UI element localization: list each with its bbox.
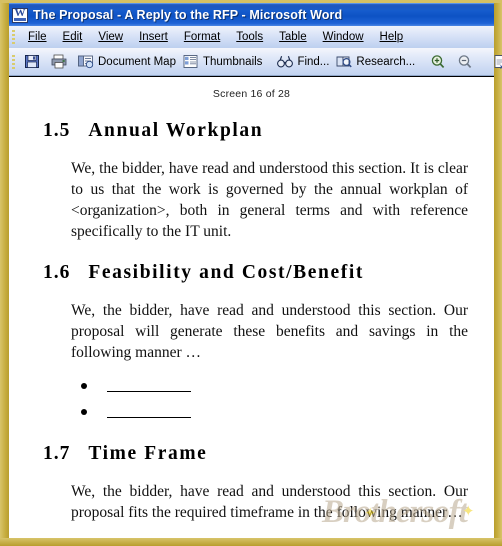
save-icon xyxy=(23,53,41,70)
find-button[interactable]: Find... xyxy=(273,51,332,73)
word-application-window: The Proposal - A Reply to the RFP - Micr… xyxy=(0,0,502,546)
thumbnails-button[interactable]: Thumbnails xyxy=(179,51,265,73)
actual-page-icon xyxy=(491,53,502,70)
screen-indicator: Screen 16 of 28 xyxy=(212,88,291,100)
research-book-icon xyxy=(335,53,353,70)
paragraph-section-1-6: We, the bidder, have read and understood… xyxy=(71,302,468,361)
document-map-label: Document Map xyxy=(98,55,176,68)
menu-item-view-label: View xyxy=(98,31,124,43)
menu-item-view[interactable]: View xyxy=(90,29,131,45)
menu-item-table-label: Table xyxy=(279,31,307,43)
menu-item-table[interactable]: Table xyxy=(271,29,315,45)
printer-icon xyxy=(50,53,68,70)
bullet-list-section-1-6 xyxy=(43,377,470,429)
menu-item-format[interactable]: Format xyxy=(176,29,228,45)
window-frame-bottom xyxy=(0,538,502,546)
menu-item-tools[interactable]: Tools xyxy=(228,29,271,45)
reading-layout-toolbar: Document Map Thumbnails Find... Research… xyxy=(9,48,502,76)
zoom-out-icon xyxy=(456,53,474,70)
menu-bar: File Edit View Insert Format Tools Table… xyxy=(9,26,494,48)
heading-number: 1.6 xyxy=(43,262,71,283)
paragraph-section-1-5: We, the bidder, have read and understood… xyxy=(71,160,468,240)
research-label: Research... xyxy=(356,55,416,68)
menu-item-insert-label: Insert xyxy=(139,31,168,43)
thumbnails-icon xyxy=(182,53,200,70)
menu-item-window-label: Window xyxy=(322,31,364,43)
document-page: 1.5 Annual Workplan We, the bidder, have … xyxy=(9,100,494,523)
menu-item-help[interactable]: Help xyxy=(372,29,412,45)
menu-item-window[interactable]: Window xyxy=(315,29,372,45)
blank-fill-line xyxy=(107,417,191,418)
find-label: Find... xyxy=(297,55,330,68)
reading-layout-document-pane[interactable]: Screen 16 of 28 1.5 Annual Workplan We, t… xyxy=(9,76,494,538)
actual-page-button[interactable] xyxy=(488,51,502,73)
menu-item-insert[interactable]: Insert xyxy=(131,29,176,45)
title-bar: The Proposal - A Reply to the RFP - Micr… xyxy=(9,3,494,26)
heading-number: 1.7 xyxy=(43,443,71,464)
binoculars-icon xyxy=(276,53,294,70)
heading-section-1-7: 1.7 Time Frame xyxy=(43,443,470,465)
heading-number: 1.5 xyxy=(43,120,71,141)
decrease-text-size-button[interactable] xyxy=(453,51,480,73)
menu-item-edit[interactable]: Edit xyxy=(55,29,91,45)
menu-bar-gripper[interactable] xyxy=(12,30,16,44)
window-title: The Proposal - A Reply to the RFP - Micr… xyxy=(33,8,343,22)
heading-section-1-6: 1.6 Feasibility and Cost/Benefit xyxy=(43,262,470,284)
heading-title: Feasibility and Cost/Benefit xyxy=(88,262,364,283)
bullet-icon xyxy=(81,409,87,415)
document-map-icon xyxy=(77,53,95,70)
document-map-button[interactable]: Document Map xyxy=(74,51,179,73)
menu-item-file-label: File xyxy=(28,31,47,43)
toolbar-gripper[interactable] xyxy=(12,54,16,69)
thumbnails-label: Thumbnails xyxy=(202,55,263,68)
window-frame-left xyxy=(0,0,9,546)
menu-item-tools-label: Tools xyxy=(236,31,264,43)
heading-section-1-5: 1.5 Annual Workplan xyxy=(43,120,470,142)
zoom-in-icon xyxy=(429,53,447,70)
menu-item-file[interactable]: File xyxy=(20,29,55,45)
heading-title: Time Frame xyxy=(88,443,208,464)
menu-item-help-label: Help xyxy=(379,31,404,43)
menu-item-format-label: Format xyxy=(183,31,221,43)
save-button[interactable] xyxy=(20,51,47,73)
menu-item-edit-label: Edit xyxy=(62,31,83,43)
paragraph-section-1-7: We, the bidder, have read and understood… xyxy=(71,483,468,521)
word-document-icon xyxy=(12,7,28,23)
heading-title: Annual Workplan xyxy=(88,120,264,141)
blank-fill-line xyxy=(107,391,191,392)
window-frame-right xyxy=(494,0,502,546)
print-button[interactable] xyxy=(47,51,74,73)
increase-text-size-button[interactable] xyxy=(426,51,453,73)
list-item xyxy=(43,403,470,429)
list-item xyxy=(43,377,470,403)
bullet-icon xyxy=(81,383,87,389)
research-button[interactable]: Research... xyxy=(332,51,418,73)
